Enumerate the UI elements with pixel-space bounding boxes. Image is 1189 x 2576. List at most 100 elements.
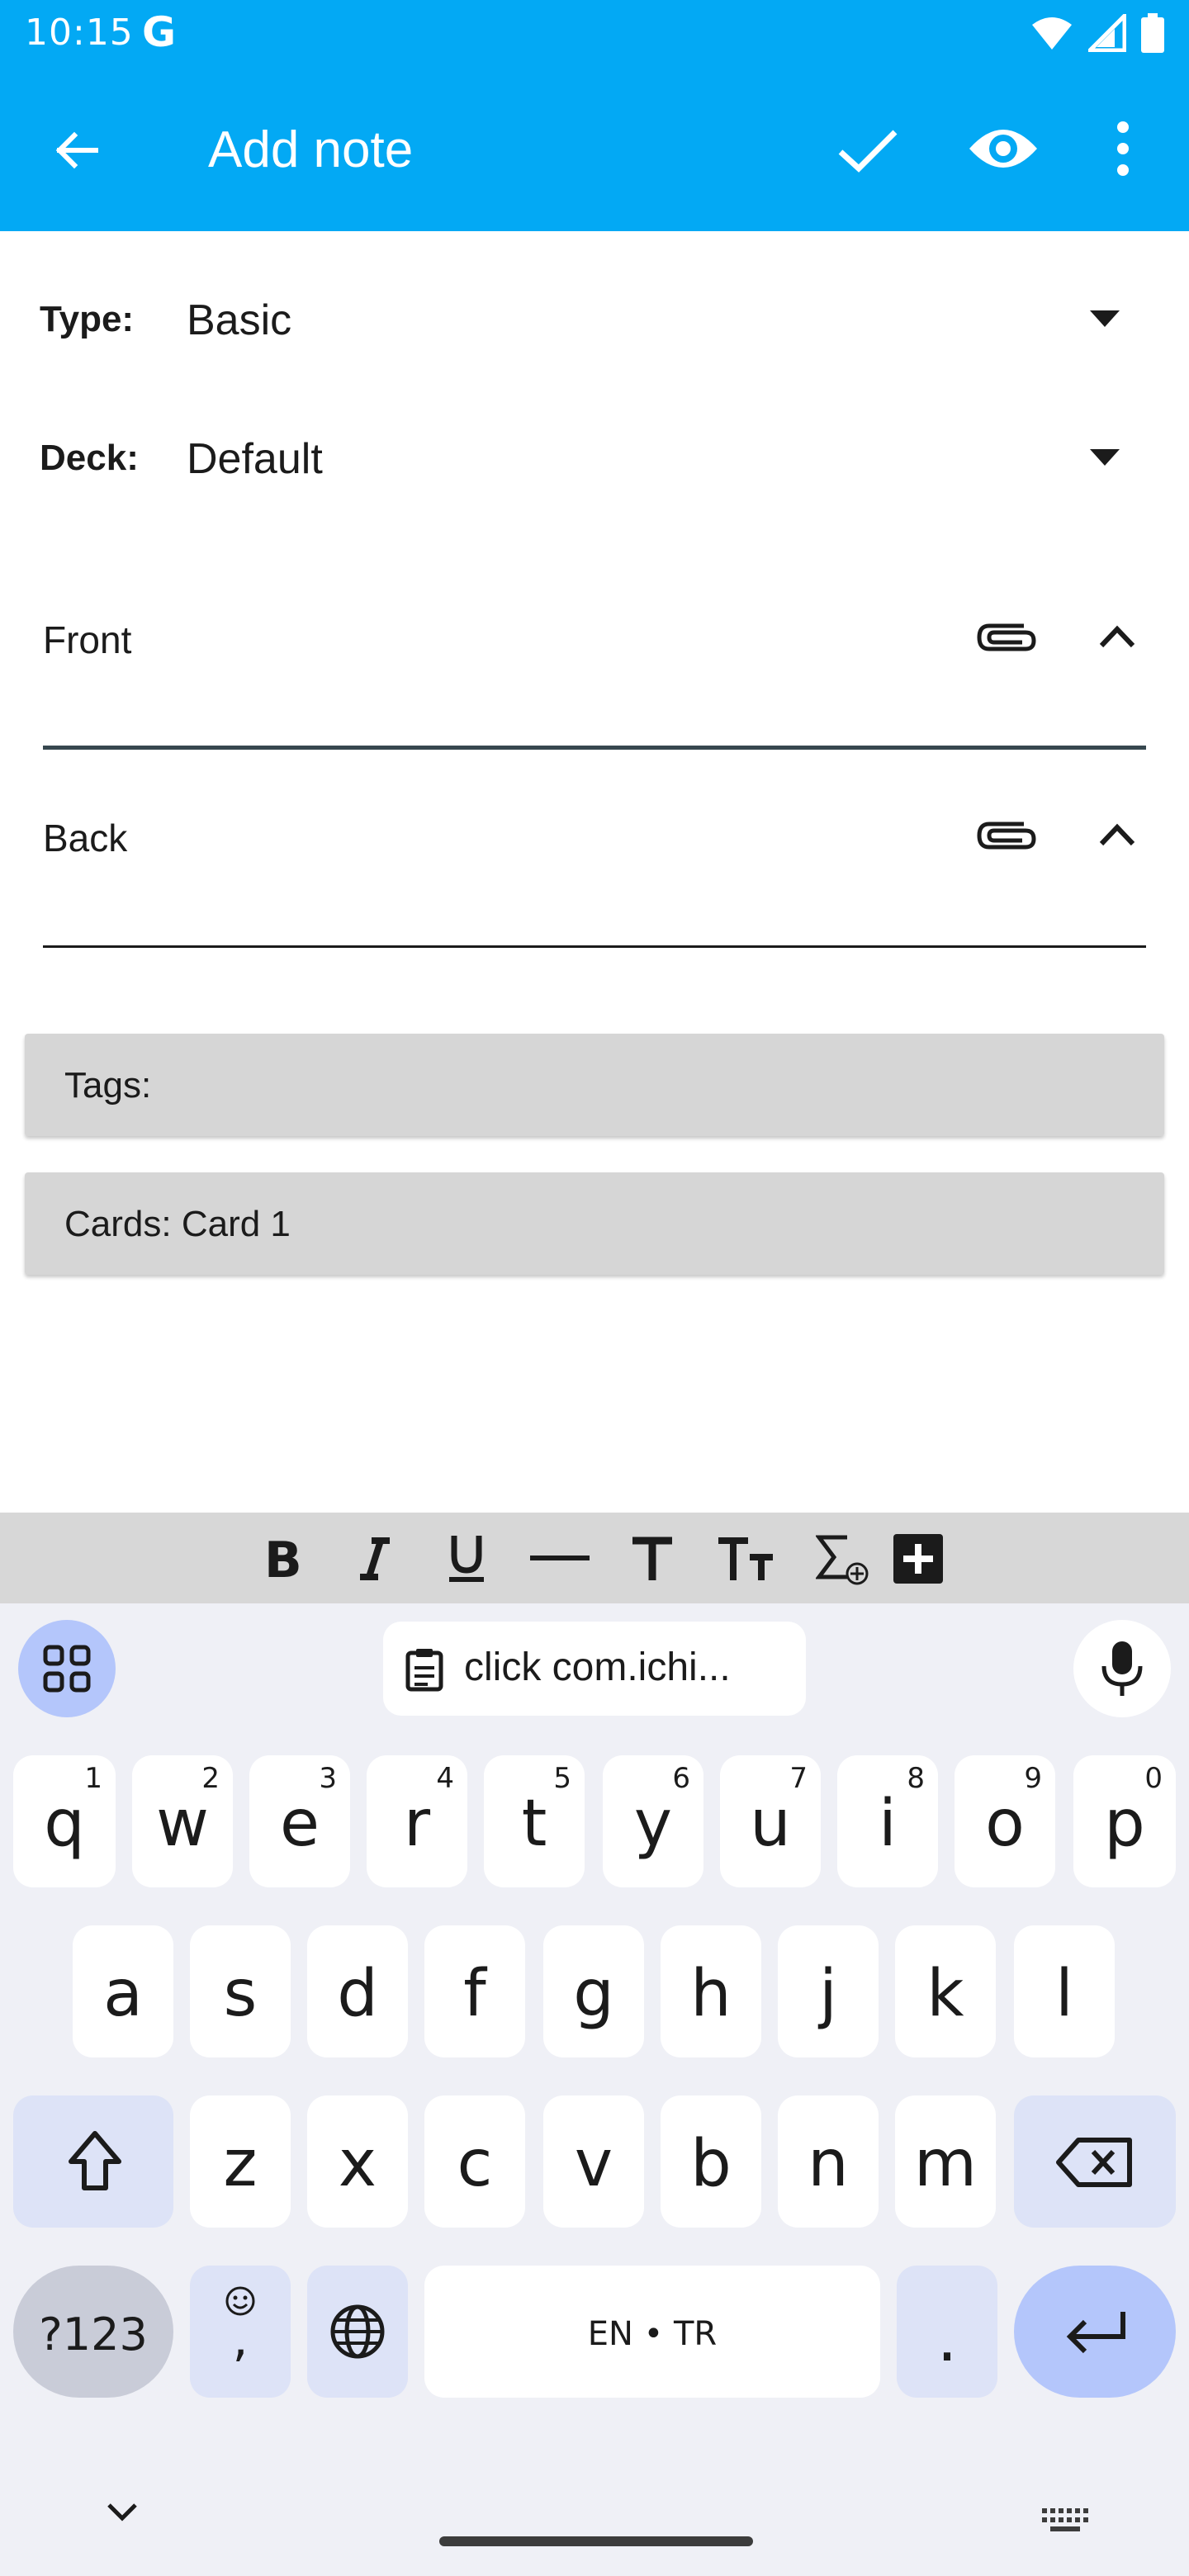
space-label: EN • TR xyxy=(587,2315,718,2353)
attachment-icon[interactable] xyxy=(974,614,1040,661)
wifi-icon xyxy=(1032,17,1072,50)
back-arrow-icon[interactable] xyxy=(45,117,111,183)
collapse-chevron-icon[interactable] xyxy=(1097,621,1138,651)
title-case-icon[interactable] xyxy=(717,1532,775,1585)
deck-value[interactable]: Default xyxy=(187,434,323,484)
key-char: . xyxy=(936,2302,958,2376)
key-hint: 7 xyxy=(789,1762,808,1795)
key-hint: 8 xyxy=(907,1762,925,1795)
type-label: Type: xyxy=(40,299,135,339)
key-l[interactable]: l xyxy=(1014,1925,1115,2057)
key-char: c xyxy=(457,2127,493,2201)
key-y[interactable]: y 6 xyxy=(603,1755,703,1887)
hide-keyboard-chevron-icon[interactable] xyxy=(106,2502,139,2523)
cards-button[interactable]: Cards: Card 1 xyxy=(25,1172,1164,1275)
type-value[interactable]: Basic xyxy=(187,296,291,345)
more-options-icon[interactable] xyxy=(1106,116,1139,182)
key-g[interactable]: g xyxy=(543,1925,644,2057)
tags-button[interactable]: Tags: xyxy=(25,1034,1164,1136)
key-j[interactable]: j xyxy=(778,1925,879,2057)
note-type-row[interactable]: Type: Basic xyxy=(0,276,1189,358)
status-bar: 10:15 G xyxy=(0,0,1189,69)
signal-icon xyxy=(1088,14,1126,52)
shift-key[interactable] xyxy=(13,2095,173,2228)
save-check-icon[interactable] xyxy=(829,117,903,183)
key-char: v xyxy=(574,2127,613,2201)
attachment-icon[interactable] xyxy=(974,812,1040,859)
key-char: f xyxy=(463,1957,486,2031)
key-hint: 3 xyxy=(319,1762,337,1795)
key-i[interactable]: i 8 xyxy=(837,1755,938,1887)
key-char: h xyxy=(690,1957,732,2031)
key-r[interactable]: r 4 xyxy=(367,1755,467,1887)
front-field[interactable]: Front xyxy=(43,585,1146,750)
key-b[interactable]: b xyxy=(661,2095,761,2228)
dropdown-arrow-icon[interactable] xyxy=(1087,305,1123,330)
backspace-key[interactable] xyxy=(1014,2095,1176,2228)
key-char: i xyxy=(879,1787,897,1861)
enter-key[interactable] xyxy=(1014,2266,1176,2398)
key-char: u xyxy=(750,1787,791,1861)
horizontal-rule-icon[interactable] xyxy=(530,1532,590,1585)
key-char: j xyxy=(819,1957,837,2031)
status-icons xyxy=(1030,13,1164,53)
space-key[interactable]: EN • TR xyxy=(424,2266,880,2398)
deck-row[interactable]: Deck: Default xyxy=(0,414,1189,497)
key-s[interactable]: s xyxy=(190,1925,291,2057)
language-key[interactable] xyxy=(307,2266,408,2398)
key-c[interactable]: c xyxy=(424,2095,525,2228)
key-p[interactable]: p 0 xyxy=(1073,1755,1176,1887)
key-t[interactable]: t 5 xyxy=(484,1755,585,1887)
mathjax-icon[interactable] xyxy=(816,1532,874,1585)
formatting-toolbar: B xyxy=(0,1513,1189,1603)
status-time: 10:15 xyxy=(25,12,134,54)
key-z[interactable]: z xyxy=(190,2095,291,2228)
front-field-label: Front xyxy=(43,618,132,661)
key-hint: 4 xyxy=(436,1762,454,1795)
key-o[interactable]: o 9 xyxy=(955,1755,1055,1887)
period-key[interactable]: . xyxy=(897,2266,997,2398)
key-e[interactable]: e 3 xyxy=(249,1755,350,1887)
key-h[interactable]: h xyxy=(661,1925,761,2057)
key-char: t xyxy=(521,1787,547,1861)
key-f[interactable]: f xyxy=(424,1925,525,2057)
google-icon: G xyxy=(142,8,177,56)
key-char: a xyxy=(103,1957,143,2031)
keyboard-apps-button[interactable] xyxy=(18,1620,116,1717)
key-w[interactable]: w 2 xyxy=(132,1755,233,1887)
collapse-chevron-icon[interactable] xyxy=(1097,819,1138,849)
key-m[interactable]: m xyxy=(895,2095,996,2228)
key-a[interactable]: a xyxy=(73,1925,173,2057)
backspace-icon xyxy=(1056,2138,1132,2187)
key-v[interactable]: v xyxy=(543,2095,644,2228)
deck-label: Deck: xyxy=(40,438,139,478)
battery-icon xyxy=(1141,13,1164,53)
key-u[interactable]: u 7 xyxy=(720,1755,821,1887)
preview-eye-icon[interactable] xyxy=(966,116,1040,182)
symbols-key[interactable]: ?123 xyxy=(13,2266,173,2398)
key-x[interactable]: x xyxy=(307,2095,408,2228)
key-d[interactable]: d xyxy=(307,1925,408,2057)
italic-icon[interactable] xyxy=(353,1532,395,1585)
underline-icon[interactable] xyxy=(444,1532,489,1585)
add-custom-button-icon[interactable] xyxy=(892,1532,945,1585)
key-char: g xyxy=(573,1957,614,2031)
key-hint: 0 xyxy=(1144,1762,1163,1795)
cards-label: Cards: Card 1 xyxy=(64,1204,291,1244)
font-size-icon[interactable] xyxy=(629,1532,675,1585)
key-k[interactable]: k xyxy=(895,1925,996,2057)
keyboard-switch-icon[interactable] xyxy=(1042,2508,1088,2533)
tags-label: Tags: xyxy=(64,1065,152,1106)
bold-icon[interactable]: B xyxy=(261,1532,302,1585)
globe-icon xyxy=(330,2304,385,2359)
key-hint: 5 xyxy=(553,1762,571,1795)
dropdown-arrow-icon[interactable] xyxy=(1087,444,1123,469)
gesture-navigation-bar[interactable] xyxy=(439,2536,753,2546)
back-field[interactable]: Back xyxy=(43,783,1146,948)
key-q[interactable]: q 1 xyxy=(13,1755,116,1887)
emoji-comma-key[interactable]: , xyxy=(190,2266,291,2398)
voice-input-button[interactable] xyxy=(1073,1620,1171,1717)
clipboard-suggestion-chip[interactable]: click com.ichi... xyxy=(383,1622,806,1716)
key-n[interactable]: n xyxy=(778,2095,879,2228)
key-char: p xyxy=(1104,1787,1145,1861)
